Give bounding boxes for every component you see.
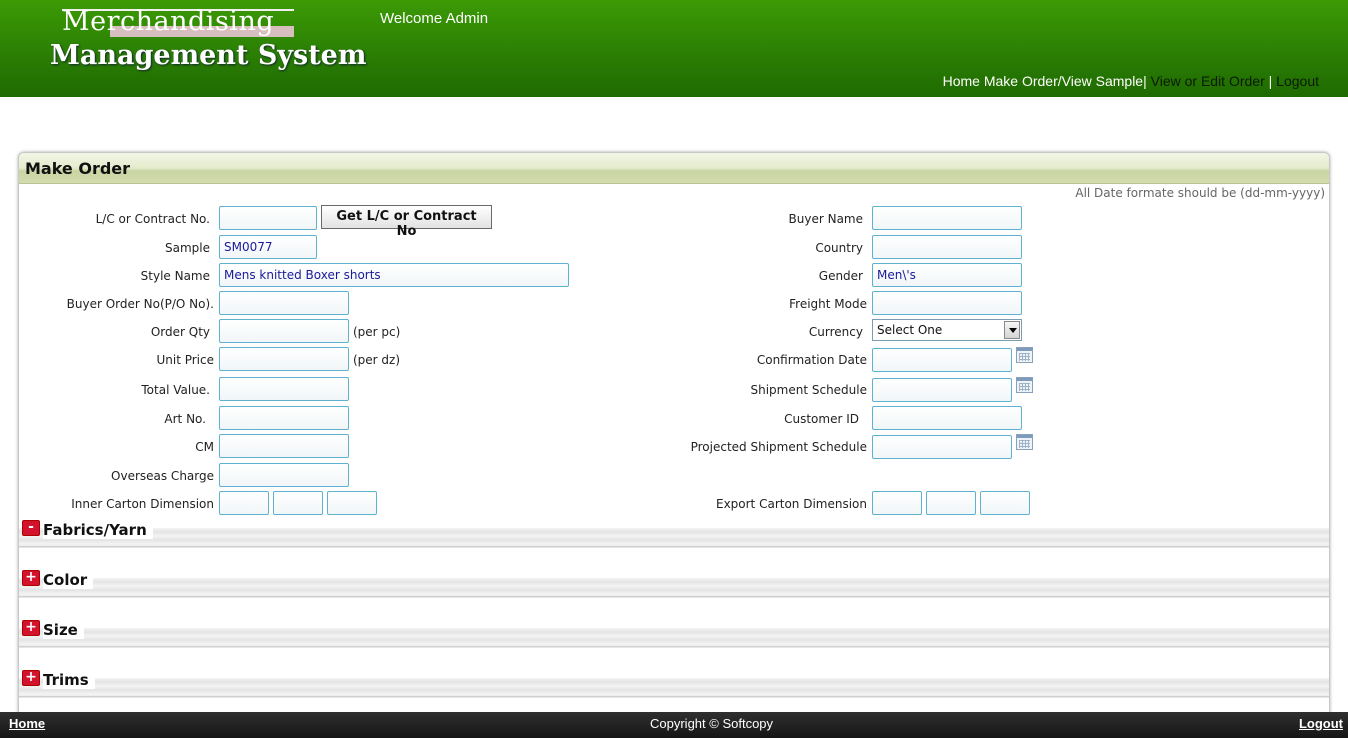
section-trims: + Trims [19,670,1329,713]
inner-carton-height-input[interactable] [327,491,377,515]
footer: Home Copyright © Softcopy Logout [0,712,1348,738]
buyer-name-input[interactable] [872,206,1022,230]
overseas-charge-input[interactable] [219,463,349,487]
order-qty-label: Order Qty [150,325,210,339]
section-divider [19,678,1329,698]
top-nav: Home Make Order/View Sample| View or Edi… [943,73,1319,89]
nav-make-order-link[interactable]: Make Order/View Sample [984,73,1143,89]
calendar-icon[interactable] [1016,434,1033,450]
unit-price-label: Unit Price [156,353,214,367]
shipment-schedule-input[interactable] [872,378,1012,402]
unit-price-unit: (per dz) [353,353,401,367]
inner-carton-width-input[interactable] [273,491,323,515]
unit-price-input[interactable] [219,347,349,371]
section-title[interactable]: Trims [43,671,95,689]
total-value-label: Total Value. [141,383,210,397]
buyer-order-label: Buyer Order No(P/O No). [66,297,214,311]
footer-logout-link[interactable]: Logout [1299,716,1343,731]
cm-input[interactable] [219,434,349,458]
copyright-text: Copyright © Softcopy [650,716,774,731]
expand-icon[interactable]: + [22,620,40,636]
expand-icon[interactable]: + [22,570,40,586]
calendar-icon[interactable] [1016,347,1033,363]
section-size: + Size [19,620,1329,670]
confirmation-date-label: Confirmation Date [756,353,867,367]
country-input[interactable] [872,235,1022,259]
section-color: + Color [19,570,1329,620]
projected-shipment-input[interactable] [872,435,1012,459]
export-carton-height-input[interactable] [980,491,1030,515]
header: Merchandising Management System Welcome … [0,0,1348,97]
total-value-input[interactable] [219,377,349,401]
make-order-panel: Make Order All Date formate should be (d… [18,152,1330,714]
section-title[interactable]: Color [43,571,94,589]
sample-label: Sample [165,241,210,255]
panel-title: Make Order [25,159,131,178]
nav-separator: | [1268,73,1273,89]
export-carton-width-input[interactable] [926,491,976,515]
lc-input[interactable] [219,206,317,230]
sample-input[interactable]: SM0077 [219,235,317,259]
nav-home-link[interactable]: Home [943,73,980,89]
logo-bottom-text: Management System [50,40,367,71]
nav-view-edit-link[interactable]: View or Edit Order [1151,73,1265,89]
expand-icon[interactable]: + [22,670,40,686]
section-line [19,596,1329,597]
section-divider [19,628,1329,648]
lc-label: L/C or Contract No. [95,212,210,226]
buyer-name-label: Buyer Name [788,212,863,226]
shipment-schedule-label: Shipment Schedule [750,383,867,397]
projected-shipment-label: Projected Shipment Schedule [690,440,867,454]
currency-label: Currency [808,325,863,339]
export-carton-length-input[interactable] [872,491,922,515]
section-divider [19,528,1329,548]
section-title[interactable]: Fabrics/Yarn [43,521,153,539]
order-qty-unit: (per pc) [353,325,401,339]
chevron-down-icon[interactable] [1004,321,1020,339]
export-carton-label: Export Carton Dimension [715,497,867,511]
section-title[interactable]: Size [43,621,84,639]
freight-mode-input[interactable] [872,291,1022,315]
currency-select[interactable]: Select One [872,319,1022,341]
art-no-label: Art No. [164,412,206,426]
country-label: Country [815,241,863,255]
confirmation-date-input[interactable] [872,348,1012,372]
buyer-order-input[interactable] [219,291,349,315]
freight-mode-label: Freight Mode [789,297,867,311]
style-name-label: Style Name [140,269,210,283]
section-line [19,546,1329,547]
inner-carton-length-input[interactable] [219,491,269,515]
section-divider [19,578,1329,598]
section-fabrics-yarn: - Fabrics/Yarn [19,520,1329,570]
inner-carton-label: Inner Carton Dimension [71,497,214,511]
collapse-icon[interactable]: - [22,520,40,536]
date-format-note: All Date formate should be (dd-mm-yyyy) [1075,186,1325,200]
art-no-input[interactable] [219,406,349,430]
welcome-text: Welcome Admin [380,10,489,27]
get-lc-button[interactable]: Get L/C or Contract No [321,205,492,239]
cm-label: CM [195,440,214,454]
gender-input[interactable]: Men\'s [872,263,1022,287]
logo-top-text: Merchandising [62,6,275,37]
nav-logout-link[interactable]: Logout [1276,73,1319,89]
customer-id-input[interactable] [872,406,1022,430]
order-qty-input[interactable] [219,319,349,343]
overseas-charge-label: Overseas Charge [111,469,214,483]
gender-label: Gender [818,269,863,283]
currency-selected-value: Select One [877,323,943,337]
footer-home-link[interactable]: Home [9,716,45,731]
style-name-input[interactable]: Mens knitted Boxer shorts [219,263,569,287]
calendar-icon[interactable] [1016,377,1033,393]
section-line [19,646,1329,647]
section-line [19,696,1329,697]
customer-id-label: Customer ID [784,412,859,426]
nav-separator: | [1143,73,1147,89]
panel-title-bar: Make Order [19,153,1329,184]
